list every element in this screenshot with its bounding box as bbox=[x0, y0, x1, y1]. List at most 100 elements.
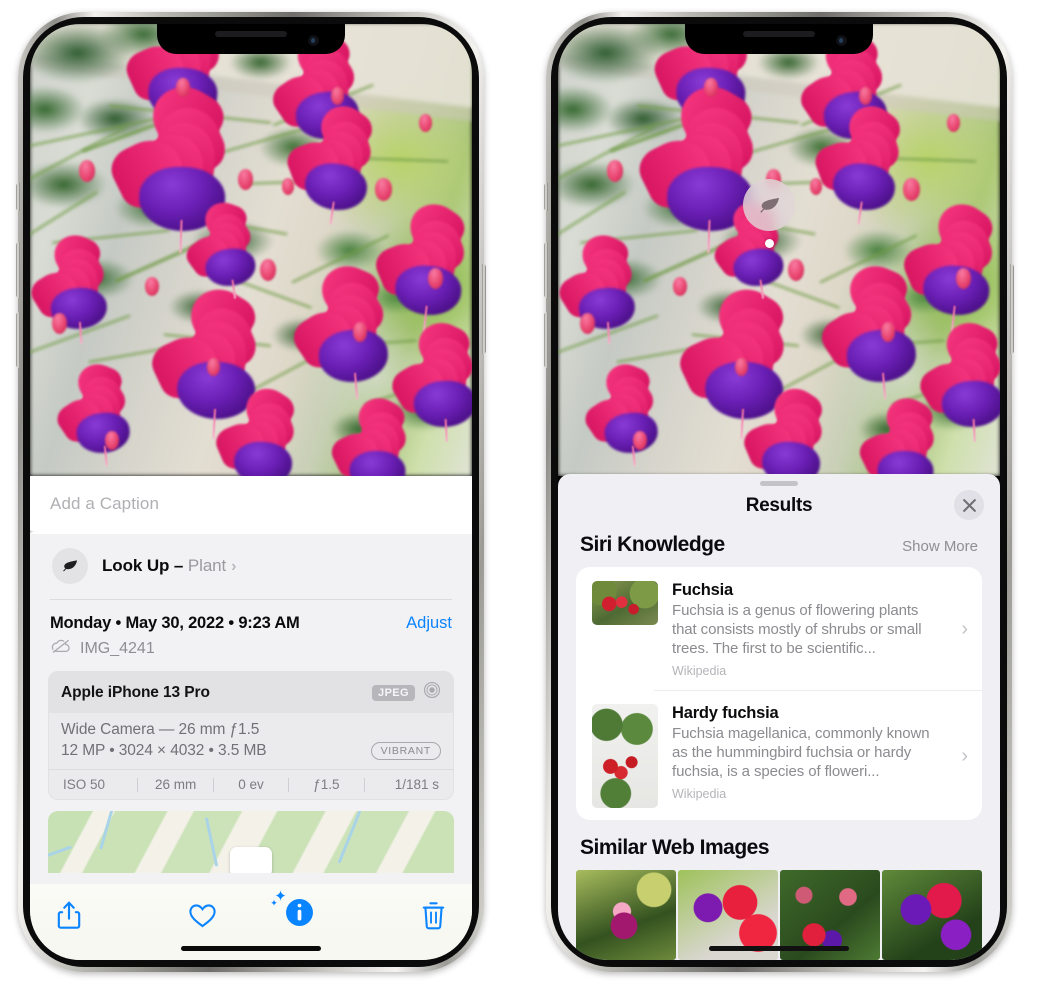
power-button-right[interactable] bbox=[1010, 264, 1014, 354]
flower-bud bbox=[175, 78, 190, 98]
delete-button[interactable] bbox=[349, 901, 447, 930]
info-sparkle-icon: ✦ ✦ bbox=[270, 889, 314, 932]
photo-info-sheet: Add a Caption ✦ ✦ Look Up – Plant› bbox=[30, 476, 472, 960]
exif-value: 1/181 s bbox=[394, 777, 440, 792]
camera-metadata-card[interactable]: Apple iPhone 13 Pro JPEG Wide Camera — 2… bbox=[48, 671, 454, 800]
earpiece-speaker-left bbox=[215, 31, 287, 37]
map-photo-pin[interactable] bbox=[230, 847, 272, 873]
home-indicator-area-left bbox=[30, 938, 472, 960]
flower-bud bbox=[633, 430, 648, 450]
notch-right bbox=[685, 24, 873, 54]
web-image-thumbnail[interactable] bbox=[576, 870, 676, 960]
sparkle-icon-large: ✦ bbox=[30, 524, 35, 541]
volume-down-button-left[interactable] bbox=[16, 312, 20, 368]
aperture-icon bbox=[423, 681, 441, 704]
photo-fuchsia-blooms-left bbox=[30, 24, 472, 476]
flower-bud bbox=[281, 177, 294, 195]
fuchsia-bloom bbox=[30, 228, 119, 344]
home-indicator-left[interactable] bbox=[181, 946, 321, 951]
siri-knowledge-card: Fuchsia Fuchsia is a genus of flowering … bbox=[576, 567, 982, 820]
front-camera-left bbox=[308, 35, 319, 46]
location-map[interactable] bbox=[48, 811, 454, 873]
results-sheet: Results Siri Knowledge Show More Fuchsia… bbox=[558, 474, 1000, 960]
screen-right: Results Siri Knowledge Show More Fuchsia… bbox=[558, 24, 1000, 960]
fuchsia-bloom bbox=[52, 357, 143, 466]
flower-bud bbox=[787, 259, 804, 282]
size-info-row: 12 MP • 3024 × 4032 • 3.5 MB VIBRANT bbox=[61, 742, 441, 760]
flower-bud bbox=[902, 177, 920, 201]
look-up-dash: – bbox=[169, 556, 188, 575]
adjust-button[interactable]: Adjust bbox=[406, 614, 452, 633]
fuchsia-bloom bbox=[855, 390, 946, 476]
visual-lookup-badge[interactable] bbox=[743, 179, 795, 248]
front-camera-right bbox=[836, 35, 847, 46]
result-thumbnail bbox=[592, 581, 658, 625]
close-icon[interactable] bbox=[954, 490, 984, 520]
look-up-subject: Plant bbox=[187, 556, 227, 575]
corolla bbox=[940, 379, 1000, 429]
result-description: Fuchsia magellanica, commonly known as t… bbox=[672, 725, 930, 781]
volume-up-button-left[interactable] bbox=[16, 242, 20, 298]
result-source: Wikipedia bbox=[672, 664, 727, 679]
leaf-icon bbox=[52, 548, 88, 584]
caption-field[interactable]: Add a Caption bbox=[30, 476, 472, 534]
power-button-left[interactable] bbox=[482, 264, 486, 354]
chevron-right-icon: › bbox=[961, 744, 968, 767]
screenshot-stage: Add a Caption ✦ ✦ Look Up – Plant› bbox=[0, 0, 1055, 985]
results-header: Results bbox=[558, 486, 1000, 531]
similar-web-images-title: Similar Web Images bbox=[580, 836, 770, 859]
siri-knowledge-header: Siri Knowledge Show More bbox=[558, 531, 1000, 567]
fuchsia-bloom bbox=[740, 380, 835, 476]
fuchsia-bloom bbox=[181, 196, 267, 299]
flower-bud bbox=[418, 114, 432, 133]
size-info: 12 MP • 3024 × 4032 • 3.5 MB bbox=[61, 742, 267, 759]
fuchsia-bloom bbox=[212, 380, 307, 476]
silent-switch-right[interactable] bbox=[544, 183, 548, 211]
fuchsia-bloom bbox=[580, 357, 671, 466]
exif-row: ISO 50 26 mm 0 ev ƒ1.5 1/181 s bbox=[49, 769, 453, 799]
web-image-thumbnail[interactable] bbox=[882, 870, 982, 960]
camera-metadata-body: Wide Camera — 26 mm ƒ1.5 12 MP • 3024 × … bbox=[49, 713, 453, 769]
result-title: Fuchsia bbox=[672, 581, 733, 599]
flower-bud bbox=[105, 430, 120, 450]
result-source: Wikipedia bbox=[672, 787, 727, 802]
chevron-right-icon: › bbox=[961, 618, 968, 641]
volume-up-button-right[interactable] bbox=[544, 242, 548, 298]
iphone-device-left: Add a Caption ✦ ✦ Look Up – Plant› bbox=[16, 12, 486, 972]
flower-bud bbox=[672, 277, 687, 297]
info-button[interactable]: ✦ ✦ bbox=[251, 889, 349, 932]
fuchsia-bloom bbox=[370, 194, 472, 332]
fuchsia-bloom bbox=[558, 228, 647, 344]
results-title: Results bbox=[745, 495, 813, 516]
capture-date-row: Monday • May 30, 2022 • 9:23 AM Adjust bbox=[30, 600, 472, 635]
notch-left bbox=[157, 24, 345, 54]
volume-down-button-right[interactable] bbox=[544, 312, 548, 368]
screen-left: Add a Caption ✦ ✦ Look Up – Plant› bbox=[30, 24, 472, 960]
map-road bbox=[48, 845, 73, 859]
silent-switch-left[interactable] bbox=[16, 183, 20, 211]
lens-info: Wide Camera — 26 mm ƒ1.5 bbox=[61, 721, 260, 738]
exif-value: 26 mm bbox=[154, 777, 197, 792]
flower-bud bbox=[703, 78, 718, 98]
map-road bbox=[98, 811, 114, 851]
show-more-button[interactable]: Show More bbox=[902, 538, 978, 555]
result-body: Hardy fuchsia Fuchsia magellanica, commo… bbox=[672, 704, 945, 808]
result-body: Fuchsia Fuchsia is a genus of flowering … bbox=[672, 581, 945, 678]
exif-value: 0 ev bbox=[238, 777, 264, 792]
stamen bbox=[179, 220, 183, 254]
flower-bud bbox=[858, 87, 872, 106]
flower-bud bbox=[259, 259, 276, 282]
flower-bud bbox=[809, 177, 822, 195]
flower-bud bbox=[330, 87, 344, 106]
photo-viewer-left[interactable] bbox=[30, 24, 472, 476]
list-item[interactable]: Fuchsia Fuchsia is a genus of flowering … bbox=[576, 567, 982, 690]
fuchsia-bloom bbox=[811, 97, 914, 226]
list-item[interactable]: Hardy fuchsia Fuchsia magellanica, commo… bbox=[576, 690, 982, 820]
favorite-button[interactable] bbox=[154, 902, 252, 929]
look-up-row[interactable]: ✦ ✦ Look Up – Plant› bbox=[30, 524, 472, 599]
home-indicator-right[interactable] bbox=[709, 946, 849, 951]
format-badge: JPEG bbox=[372, 684, 415, 701]
share-button[interactable] bbox=[56, 900, 154, 930]
photo-fuchsia-blooms-right bbox=[558, 24, 1000, 476]
photo-viewer-right[interactable] bbox=[558, 24, 1000, 476]
